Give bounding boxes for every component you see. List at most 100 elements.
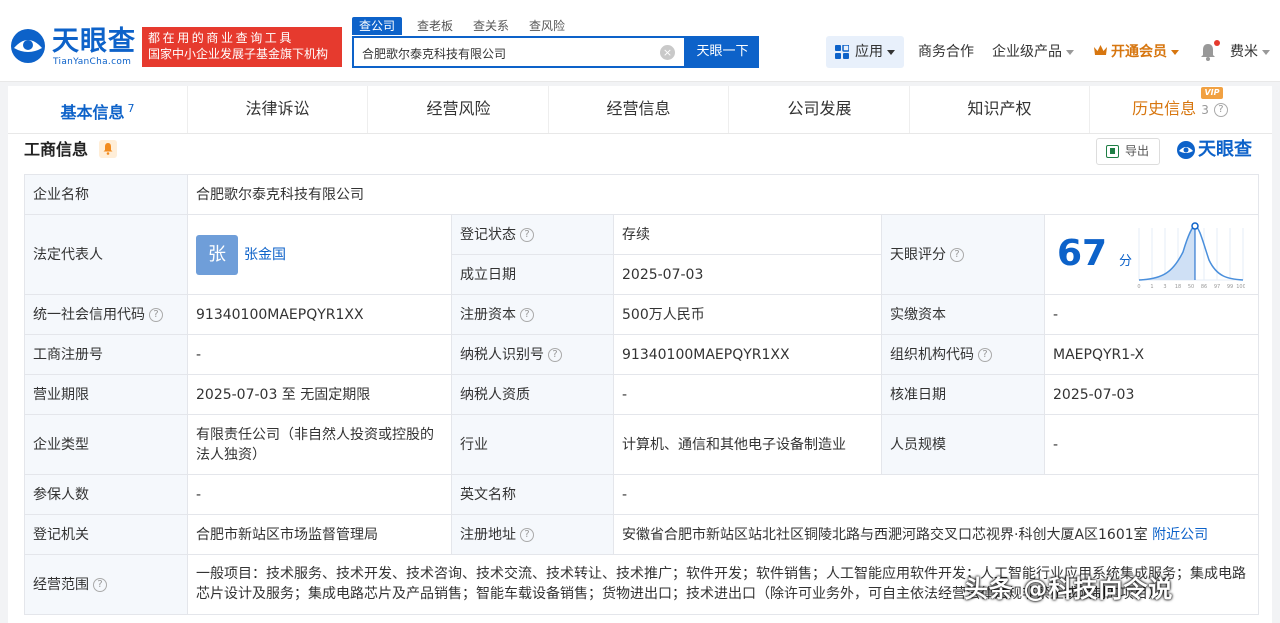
search-input[interactable] [362, 44, 652, 62]
logo-eye-icon [11, 29, 45, 63]
table-row: 企业名称 合肥歌尔泰克科技有限公司 [24, 174, 1259, 215]
tab-ip[interactable]: 知识产权 [910, 86, 1090, 133]
apps-grid-icon [835, 45, 849, 59]
brand-eye-icon [1177, 141, 1195, 159]
score-cell[interactable]: 67 分 0 1 3 18 50 86 97 99 100 [1044, 214, 1259, 295]
help-icon[interactable]: ? [548, 347, 562, 362]
business-info-table: 企业名称 合肥歌尔泰克科技有限公司 法定代表人 张张金国 登记状态? 存续 天眼… [24, 174, 1259, 615]
avatar[interactable]: 张 [196, 234, 238, 275]
tab-development[interactable]: 公司发展 [730, 86, 910, 133]
staff-value: - [1044, 414, 1259, 475]
term-value: 2025-07-03 至 无固定期限 [187, 374, 452, 415]
help-icon[interactable]: ? [978, 347, 992, 362]
tab-operations[interactable]: 经营信息 [549, 86, 729, 133]
tab-risk[interactable]: 经营风险 [369, 86, 549, 133]
search-box: × [352, 36, 686, 68]
address-cell: 安徽省合肥市新站区站北社区铜陵北路与西淝河路交叉口芯视界·科创大厦A区1601室… [613, 514, 1259, 555]
legal-rep-cell: 张张金国 [187, 214, 452, 295]
reg-status-value: 存续 [613, 214, 882, 255]
axis-tick: 50 [1188, 284, 1194, 290]
reg-capital-label: 注册资本 [460, 306, 516, 323]
help-icon[interactable]: ? [1213, 102, 1228, 117]
help-icon[interactable]: ? [520, 527, 534, 542]
scope-label-cell: 经营范围? [24, 554, 188, 615]
vip-badge: VIP [1201, 87, 1223, 99]
nav-vip[interactable]: 开通会员 [1093, 42, 1179, 62]
table-row: 企业类型 有限责任公司（非自然人投资或控股的法人独资） 行业 计算机、通信和其他… [24, 414, 1259, 475]
detail-tabs: 基本信息 7 法律诉讼 经营风险 经营信息 公司发展 知识产权 VIP 历史信息 … [8, 86, 1272, 134]
found-date-label: 成立日期 [451, 254, 614, 295]
tab-legal[interactable]: 法律诉讼 [188, 86, 368, 133]
tab-basic-info[interactable]: 基本信息 7 [8, 86, 188, 133]
credit-code-label-cell: 统一社会信用代码? [24, 294, 188, 335]
paid-capital-label: 实缴资本 [881, 294, 1045, 335]
help-icon[interactable]: ? [950, 247, 964, 262]
table-row: 统一社会信用代码? 91340100MAEPQYR1XX 注册资本? 500万人… [24, 294, 1259, 335]
user-name: 费米 [1230, 44, 1258, 60]
search-button[interactable]: 天眼一下 [686, 36, 759, 68]
tab-count: 7 [127, 102, 135, 115]
taxpayer-id-value: 91340100MAEPQYR1XX [613, 334, 882, 375]
promo-line-2: 国家中小企业发展子基金旗下机构 [148, 47, 329, 61]
user-menu[interactable]: 费米 [1230, 42, 1270, 62]
promo-line-1: 都在用的商业查询工具 [148, 31, 295, 45]
authority-value: 合肥市新站区市场监督管理局 [187, 514, 452, 555]
axis-tick: 99 [1227, 284, 1233, 290]
axis-tick: 3 [1163, 284, 1166, 290]
promo-banner[interactable]: 都在用的商业查询工具 国家中小企业发展子基金旗下机构 [142, 27, 342, 67]
authority-label: 登记机关 [24, 514, 188, 555]
site-logo[interactable]: 天眼查 TianYanCha.com [8, 26, 138, 70]
nav-business[interactable]: 商务合作 [918, 42, 974, 62]
business-info-panel: 工商信息 导出 天眼查 企业名称 合肥歌尔泰克科技有限公司 法定代表人 张张金国… [8, 134, 1272, 623]
reg-status-label-cell: 登记状态? [451, 214, 614, 255]
address-label: 注册地址 [460, 526, 516, 543]
company-name-label: 企业名称 [24, 174, 188, 215]
address-value: 安徽省合肥市新站区站北社区铜陵北路与西淝河路交叉口芯视界·科创大厦A区1601室 [622, 526, 1148, 543]
search-tab-company[interactable]: 查公司 [352, 17, 403, 35]
help-icon[interactable]: ? [149, 307, 163, 322]
search-tab-risk[interactable]: 查风险 [522, 17, 572, 35]
clear-icon[interactable]: × [660, 45, 675, 60]
section-title: 工商信息 [24, 140, 89, 159]
tab-history[interactable]: VIP 历史信息 3 ? [1090, 86, 1270, 133]
taxpayer-qual-label: 纳税人资质 [451, 374, 614, 415]
logo-domain: TianYanCha.com [53, 57, 132, 67]
apps-label: 应用 [855, 44, 883, 60]
help-icon[interactable]: ? [520, 227, 534, 242]
export-button[interactable]: 导出 [1096, 138, 1160, 165]
legal-rep-link[interactable]: 张金国 [244, 247, 286, 263]
chevron-down-icon [1171, 49, 1179, 55]
scope-label: 经营范围 [33, 576, 89, 593]
type-value: 有限责任公司（非自然人投资或控股的法人独资） [187, 414, 452, 475]
chevron-down-icon [1066, 49, 1074, 55]
score-label-cell: 天眼评分? [881, 214, 1045, 295]
search-tab-relation[interactable]: 查关系 [466, 17, 516, 35]
brand-label: 天眼查 [1198, 139, 1252, 160]
axis-tick: 1 [1150, 284, 1153, 290]
paid-capital-value: - [1044, 294, 1259, 335]
table-row: 营业期限 2025-07-03 至 无固定期限 纳税人资质 - 核准日期 202… [24, 374, 1259, 415]
subscribe-bell-icon[interactable] [99, 140, 117, 158]
industry-label: 行业 [451, 414, 614, 475]
reg-capital-value: 500万人民币 [613, 294, 882, 335]
axis-tick: 18 [1175, 284, 1181, 290]
vip-label: 开通会员 [1111, 44, 1167, 60]
help-icon[interactable]: ? [93, 577, 107, 592]
score-unit: 分 [1119, 253, 1133, 269]
nav-enterprise-label: 企业级产品 [992, 44, 1062, 60]
help-icon[interactable]: ? [520, 307, 534, 322]
tab-count: 3 [1201, 103, 1209, 117]
chevron-down-icon [1262, 49, 1270, 55]
industry-value: 计算机、通信和其他电子设备制造业 [613, 414, 882, 475]
legal-rep-label: 法定代表人 [24, 214, 188, 295]
search-tab-boss[interactable]: 查老板 [410, 17, 460, 35]
score-axis: 0 1 3 18 50 86 97 99 100 [1137, 284, 1245, 290]
taxpayer-id-label-cell: 纳税人识别号? [451, 334, 614, 375]
axis-tick: 100 [1236, 284, 1245, 290]
nearby-companies-link[interactable]: 附近公司 [1152, 527, 1208, 543]
nav-enterprise-products[interactable]: 企业级产品 [992, 42, 1074, 62]
staff-label: 人员规模 [881, 414, 1045, 475]
approve-date-label: 核准日期 [881, 374, 1045, 415]
insured-value: - [187, 474, 452, 515]
apps-button[interactable]: 应用 [826, 36, 904, 68]
